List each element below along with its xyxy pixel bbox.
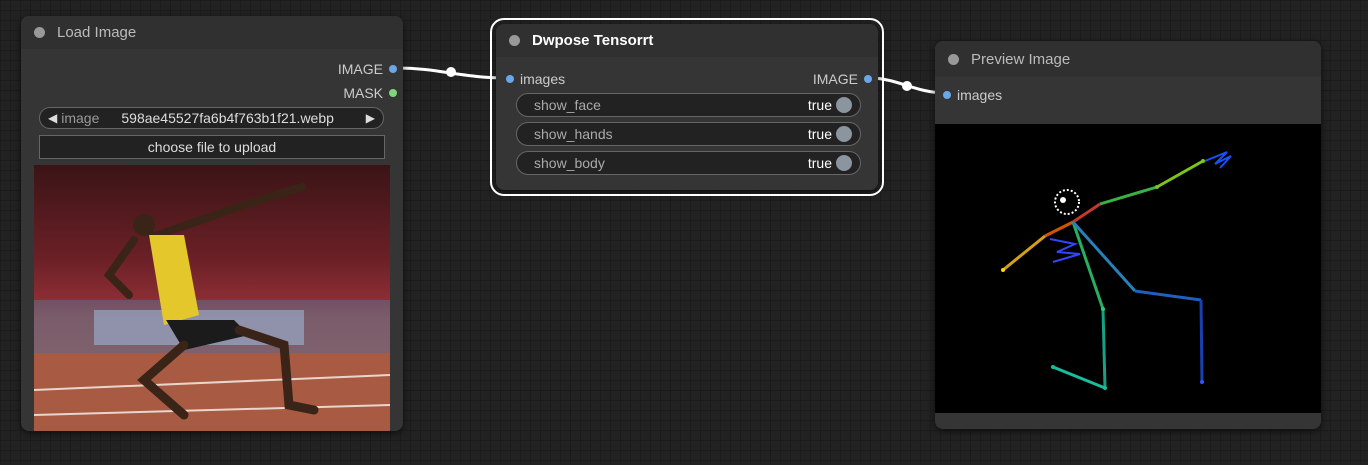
slot-label: images — [957, 87, 1003, 103]
pose-preview-image — [935, 124, 1321, 413]
slot-dot-icon[interactable] — [389, 89, 397, 97]
node-title: Preview Image — [971, 50, 1071, 68]
toggle-label: show_body — [534, 155, 605, 171]
toggle-show-body[interactable]: show_body true — [516, 151, 861, 175]
slot-dot-icon[interactable] — [864, 75, 872, 83]
slot-label: MASK — [343, 85, 383, 101]
node-title: Load Image — [57, 24, 137, 41]
toggle-value: true — [807, 126, 832, 142]
slot-dot-icon[interactable] — [506, 75, 514, 83]
output-slot-image[interactable]: IMAGE — [338, 61, 397, 77]
upload-button[interactable]: choose file to upload — [39, 135, 385, 159]
widget-value: 598ae45527fa6b4f763b1f21.webp — [121, 110, 334, 126]
toggle-label: show_face — [534, 97, 601, 113]
toggle-value: true — [807, 155, 832, 171]
image-preview — [34, 165, 390, 431]
photo-illustration — [34, 183, 390, 431]
slot-label: IMAGE — [812, 71, 858, 87]
slot-label: images — [520, 71, 566, 87]
slot-label: IMAGE — [337, 61, 383, 77]
collapse-dot-icon[interactable] — [948, 53, 959, 65]
load-image-node[interactable]: Load Image IMAGE MASK ◀ image 598ae45527… — [21, 16, 403, 431]
slot-dot-icon[interactable] — [943, 91, 951, 99]
toggle-knob-icon[interactable] — [836, 126, 852, 142]
toggle-knob-icon[interactable] — [836, 155, 852, 171]
dwpose-tensorrt-node[interactable]: Dwpose Tensorrt images IMAGE show_face t… — [490, 18, 884, 196]
input-slot-images[interactable]: images — [943, 87, 1002, 103]
pose-skeleton — [1001, 151, 1232, 390]
input-slot-images[interactable]: images — [506, 71, 565, 87]
link-midpoint — [446, 67, 456, 77]
node-title-bar[interactable]: Preview Image — [935, 41, 1321, 77]
slot-dot-icon[interactable] — [389, 65, 397, 73]
toggle-show-face[interactable]: show_face true — [516, 93, 861, 117]
toggle-show-hands[interactable]: show_hands true — [516, 122, 861, 146]
toggle-value: true — [807, 97, 832, 113]
collapse-dot-icon[interactable] — [509, 35, 520, 46]
toggle-knob-icon[interactable] — [836, 97, 852, 113]
node-title-bar[interactable]: Dwpose Tensorrt — [496, 24, 878, 57]
node-title-bar[interactable]: Load Image — [21, 16, 403, 49]
widget-label: image — [61, 110, 100, 126]
arrow-right-icon[interactable]: ▶ — [366, 111, 375, 125]
preview-image-node[interactable]: Preview Image images — [935, 41, 1321, 429]
collapse-dot-icon[interactable] — [34, 27, 45, 38]
image-combo-widget[interactable]: ◀ image 598ae45527fa6b4f763b1f21.webp ▶ — [39, 107, 384, 129]
toggle-label: show_hands — [534, 126, 613, 142]
link-midpoint — [902, 81, 912, 91]
output-slot-image[interactable]: IMAGE — [813, 71, 872, 87]
node-title: Dwpose Tensorrt — [532, 32, 654, 49]
output-slot-mask[interactable]: MASK — [343, 85, 397, 101]
arrow-left-icon[interactable]: ◀ — [48, 111, 57, 125]
